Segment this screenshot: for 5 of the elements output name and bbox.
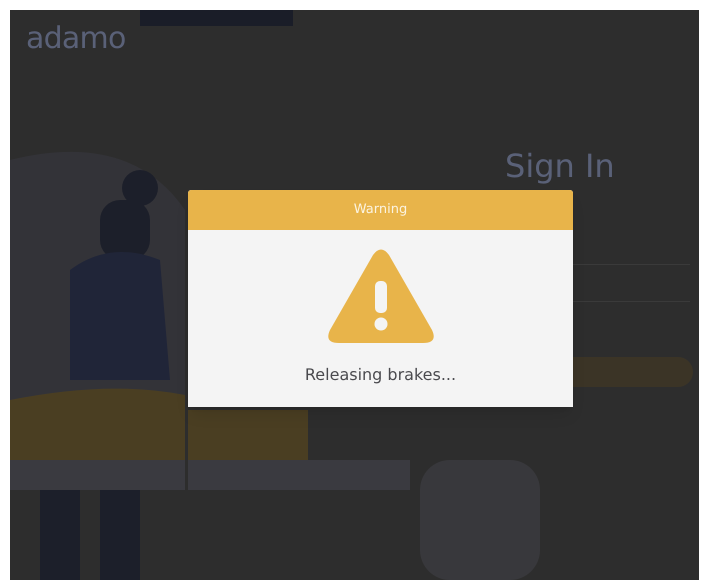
dialog-message: Releasing brakes... [304,364,456,386]
sign-in-heading: Sign In [505,150,615,182]
logo: adamo [26,24,126,54]
dialog-title: Warning [354,201,408,220]
warning-icon [326,248,434,345]
